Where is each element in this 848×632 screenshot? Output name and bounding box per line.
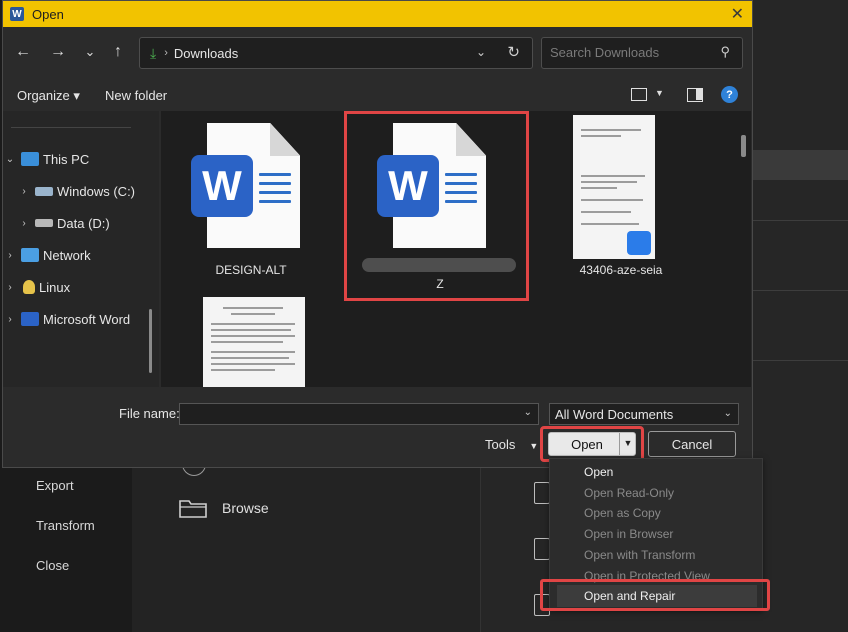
file-type-select[interactable]: All Word Documents ⌄ — [549, 403, 739, 425]
drive-icon — [35, 186, 53, 196]
menu-item-open-with-transform[interactable]: Open with Transform — [584, 548, 695, 562]
chevron-down-icon[interactable]: ⌄ — [524, 407, 532, 418]
breadcrumb-downloads[interactable]: Downloads — [174, 46, 238, 61]
tools-label: Tools — [485, 437, 516, 452]
document-thumbnail[interactable] — [203, 297, 305, 387]
menu-item-open-in-browser[interactable]: Open in Browser — [584, 527, 673, 541]
cancel-button[interactable]: Cancel — [648, 431, 736, 457]
divider — [752, 290, 848, 291]
app-badge-icon — [627, 231, 651, 255]
chevron-right-icon[interactable]: › — [3, 314, 17, 325]
chevron-down-icon[interactable]: ⌄ — [3, 154, 17, 165]
address-bar[interactable]: ⤓ › Downloads ⌄ ↻ — [139, 37, 533, 69]
drive-icon — [35, 219, 53, 227]
selection-highlight — [344, 111, 529, 301]
folder-icon — [179, 500, 207, 518]
view-dropdown-icon[interactable]: ▼ — [655, 88, 664, 98]
scrollbar[interactable] — [149, 309, 152, 373]
search-icon[interactable]: ⚲ — [720, 44, 730, 60]
word-folder-icon — [21, 312, 39, 326]
search-input[interactable] — [550, 45, 710, 60]
tools-menu[interactable]: Tools ▼ — [485, 437, 538, 452]
open-button-highlight — [540, 426, 644, 462]
tree-item-network[interactable]: › Network — [3, 243, 153, 267]
chevron-right-icon[interactable]: › — [17, 218, 31, 229]
tree-item-data-d[interactable]: › Data (D:) — [3, 211, 153, 235]
close-icon[interactable]: ✕ — [731, 4, 744, 24]
redacted-bar — [362, 258, 516, 272]
tree-item-microsoft-word[interactable]: › Microsoft Word — [3, 307, 153, 331]
recent-locations-icon[interactable]: ⌄ — [79, 41, 101, 63]
tree-item-this-pc[interactable]: ⌄ This PC — [3, 147, 153, 171]
navigation-pane: ⌄ This PC › Windows (C:) › Data (D:) › N… — [3, 111, 159, 387]
backstage-transform[interactable]: Transform — [36, 518, 95, 533]
file-type-value: All Word Documents — [555, 407, 674, 422]
menu-item-open-as-copy[interactable]: Open as Copy — [584, 506, 661, 520]
chevron-down-icon: ⌄ — [723, 408, 732, 419]
chevron-right-icon[interactable]: › — [17, 186, 31, 197]
divider — [752, 220, 848, 221]
organize-menu[interactable]: Organize ▾ — [17, 88, 80, 104]
new-folder-button[interactable]: New folder — [105, 88, 167, 103]
divider — [11, 127, 131, 128]
search-box[interactable]: ⚲ — [541, 37, 743, 69]
open-and-repair-highlight — [540, 579, 770, 611]
divider — [752, 360, 848, 361]
menu-item-open-read-only[interactable]: Open Read-Only — [584, 486, 674, 500]
chevron-right-icon: › — [164, 47, 168, 59]
file-item[interactable]: W DESIGN-ALT — [191, 123, 311, 283]
tree-label: Data (D:) — [57, 215, 110, 231]
scrollbar[interactable] — [741, 135, 746, 157]
file-name-label: File name: — [119, 406, 180, 421]
chevron-down-icon[interactable]: ⌄ — [476, 45, 486, 59]
view-icon[interactable] — [631, 88, 647, 101]
chevron-right-icon[interactable]: › — [3, 250, 17, 261]
dialog-title: Open — [32, 6, 64, 22]
browse-button[interactable]: Browse — [178, 497, 269, 519]
pdf-thumbnail — [573, 115, 655, 259]
chevron-right-icon[interactable]: › — [3, 282, 17, 293]
browse-label: Browse — [222, 500, 269, 516]
download-icon: ⤓ — [150, 44, 157, 61]
computer-icon — [21, 152, 39, 166]
menu-item-open[interactable]: Open — [584, 465, 613, 479]
word-logo-icon: W — [10, 7, 24, 21]
file-item[interactable]: 43406-aze-seia — [563, 115, 687, 280]
tree-label: Microsoft Word — [43, 311, 131, 327]
tree-label: Windows (C:) — [57, 183, 136, 199]
command-bar: Organize ▾ New folder ▼ ? — [3, 83, 752, 109]
back-arrow-icon[interactable]: ← — [12, 41, 34, 63]
network-icon — [21, 248, 39, 262]
tree-label: This PC — [43, 151, 90, 167]
up-arrow-icon[interactable]: ↑ — [107, 41, 129, 63]
file-name-input[interactable]: ⌄ — [179, 403, 539, 425]
file-name: DESIGN-ALT — [215, 263, 287, 277]
backstage-selected-row — [752, 150, 848, 180]
refresh-icon[interactable]: ↻ — [507, 43, 520, 61]
word-icon: W — [191, 155, 253, 217]
help-icon[interactable]: ? — [721, 86, 738, 103]
file-name: 43406-aze-seia — [579, 263, 663, 277]
linux-penguin-icon — [23, 280, 35, 294]
file-icon — [534, 482, 550, 504]
navigation-bar: ← → ⌄ ↑ ⤓ › Downloads ⌄ ↻ ⚲ — [3, 37, 752, 69]
dropdown-arrow-icon: ▼ — [529, 441, 539, 451]
tree-item-windows-c[interactable]: › Windows (C:) — [3, 179, 153, 203]
backstage-close[interactable]: Close — [36, 558, 69, 573]
tree-label: Linux — [39, 279, 71, 295]
title-bar: W Open ✕ — [3, 1, 752, 27]
file-icon — [534, 538, 550, 560]
tree-item-linux[interactable]: › Linux — [3, 275, 153, 299]
forward-arrow-icon[interactable]: → — [47, 41, 69, 63]
tree-label: Network — [43, 247, 91, 263]
preview-pane-icon[interactable] — [687, 88, 703, 102]
backstage-export[interactable]: Export — [36, 478, 74, 493]
